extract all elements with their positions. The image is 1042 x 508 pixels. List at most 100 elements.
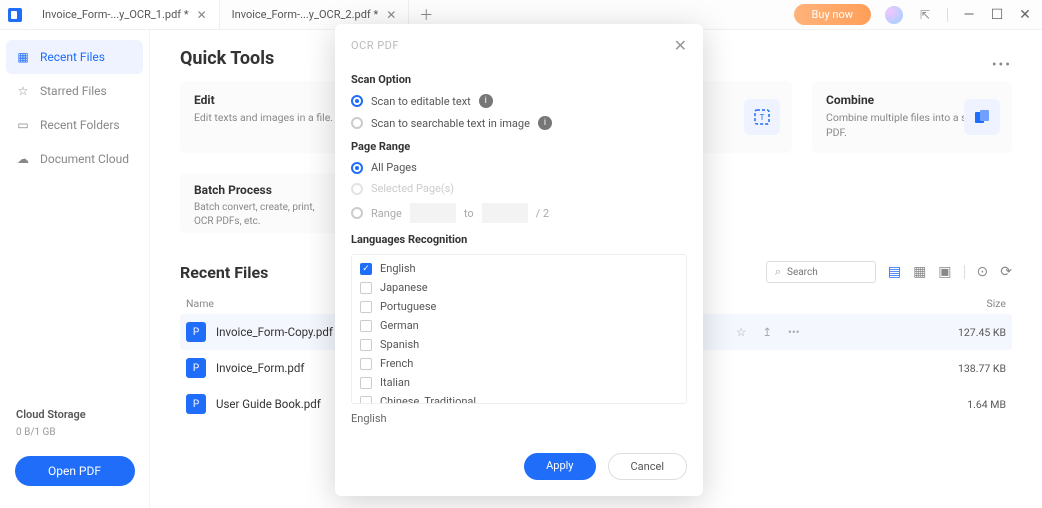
lang-option-chinese-traditional[interactable]: Chinese_Traditional — [356, 392, 682, 404]
ocr-pdf-dialog: OCR PDF ✕ Scan Option Scan to editable t… — [335, 24, 703, 496]
lang-option-italian[interactable]: Italian — [356, 373, 682, 392]
lang-label: Spanish — [380, 338, 419, 351]
view-list-icon[interactable]: ▤ — [888, 264, 901, 280]
view-calendar-icon[interactable]: ▣ — [938, 264, 951, 280]
lang-label: Chinese_Traditional — [380, 395, 476, 404]
radio-icon — [351, 95, 363, 107]
app-logo-icon — [0, 0, 30, 30]
ocr-icon: T — [744, 99, 780, 135]
sidebar-item-label: Document Cloud — [40, 152, 129, 166]
window-maximize-button[interactable]: ☐ — [990, 7, 1004, 23]
sidebar-item-label: Recent Folders — [40, 118, 120, 132]
dialog-close-button[interactable]: ✕ — [674, 36, 687, 55]
pdf-file-icon: P — [186, 394, 206, 414]
radio-range[interactable]: Range to / 2 — [351, 203, 687, 223]
radio-all-pages[interactable]: All Pages — [351, 161, 687, 174]
pin-icon[interactable]: ⊙ — [977, 264, 989, 280]
info-icon[interactable]: i — [479, 94, 493, 108]
star-file-icon[interactable]: ☆ — [736, 325, 746, 339]
radio-label: All Pages — [371, 161, 417, 174]
lang-option-german[interactable]: German — [356, 316, 682, 335]
tab-close-icon[interactable]: ✕ — [197, 8, 207, 22]
card-subtitle: Batch convert, create, print, OCR PDFs, … — [194, 201, 334, 229]
recent-files-icon: ▦ — [16, 50, 30, 64]
cloud-icon: ☁ — [16, 152, 30, 166]
lang-option-portuguese[interactable]: Portuguese — [356, 297, 682, 316]
radio-scan-searchable[interactable]: Scan to searchable text in image i — [351, 116, 687, 130]
window-close-button[interactable]: ✕ — [1018, 7, 1032, 23]
divider — [947, 8, 948, 22]
view-grid-icon[interactable]: ▦ — [913, 264, 926, 280]
radio-label: Selected Page(s) — [371, 182, 454, 195]
range-from-input[interactable] — [410, 203, 456, 223]
column-header-size[interactable]: Size — [936, 297, 1006, 310]
search-icon: ⌕ — [775, 265, 781, 279]
lang-option-english[interactable]: ✓English — [356, 259, 682, 278]
svg-text:T: T — [760, 113, 765, 122]
radio-icon — [351, 183, 363, 195]
tab-label: Invoice_Form-...y_OCR_1.pdf * — [42, 8, 189, 21]
range-to-input[interactable] — [482, 203, 528, 223]
lang-option-japanese[interactable]: Japanese — [356, 278, 682, 297]
dialog-title: OCR PDF — [351, 39, 399, 52]
recent-files-heading: Recent Files — [180, 263, 268, 282]
quick-tool-combine[interactable]: Combine Combine multiple files into a si… — [812, 81, 1012, 153]
sidebar-item-document-cloud[interactable]: ☁ Document Cloud — [6, 142, 143, 176]
lang-label: Italian — [380, 376, 410, 389]
file-size: 127.45 KB — [936, 326, 1006, 339]
file-size: 138.77 KB — [936, 362, 1006, 375]
languages-listbox[interactable]: ✓English Japanese Portuguese German Span… — [351, 254, 687, 404]
checkbox-icon — [360, 396, 372, 405]
radio-icon — [351, 117, 363, 129]
lang-option-spanish[interactable]: Spanish — [356, 335, 682, 354]
apply-button[interactable]: Apply — [524, 453, 595, 480]
checkbox-icon — [360, 282, 372, 294]
cancel-button[interactable]: Cancel — [608, 453, 687, 480]
window-minimize-button[interactable]: — — [962, 7, 976, 23]
quick-tools-more-button[interactable]: ••• — [992, 57, 1012, 73]
sidebar-item-label: Starred Files — [40, 84, 107, 98]
search-box[interactable]: ⌕ — [766, 261, 876, 283]
search-input[interactable] — [787, 267, 857, 278]
range-total: / 2 — [536, 207, 549, 220]
sidebar-item-recent-folders[interactable]: ▭ Recent Folders — [6, 108, 143, 142]
upload-file-icon[interactable]: ↥ — [762, 325, 772, 339]
range-to-label: to — [464, 207, 474, 220]
radio-icon — [351, 207, 363, 219]
tab-close-icon[interactable]: ✕ — [386, 8, 396, 22]
checkbox-icon — [360, 358, 372, 370]
document-tab-1[interactable]: Invoice_Form-...y_OCR_1.pdf * ✕ — [30, 0, 220, 29]
checkbox-icon — [360, 320, 372, 332]
star-icon: ☆ — [16, 84, 30, 98]
sidebar-item-recent-files[interactable]: ▦ Recent Files — [6, 40, 143, 74]
cloud-storage-title: Cloud Storage — [16, 408, 133, 421]
radio-scan-editable[interactable]: Scan to editable text i — [351, 94, 687, 108]
radio-label: Scan to searchable text in image — [371, 117, 530, 130]
file-size: 1.64 MB — [936, 398, 1006, 411]
card-title: Edit — [194, 93, 334, 107]
lang-label: English — [380, 262, 416, 275]
radio-selected-pages: Selected Page(s) — [351, 182, 687, 195]
open-pdf-button[interactable]: Open PDF — [15, 456, 135, 486]
quick-tool-batch[interactable]: Batch Process Batch convert, create, pri… — [180, 173, 348, 233]
lang-option-french[interactable]: French — [356, 354, 682, 373]
lang-label: Japanese — [380, 281, 428, 294]
refresh-icon[interactable]: ⟳ — [1000, 264, 1012, 280]
info-icon[interactable]: i — [538, 116, 552, 130]
languages-heading: Languages Recognition — [351, 233, 687, 246]
share-icon[interactable]: ⇱ — [917, 8, 933, 22]
combine-icon — [964, 99, 1000, 135]
checkbox-icon — [360, 301, 372, 313]
user-avatar-button[interactable] — [885, 6, 903, 24]
tab-label: Invoice_Form-...y_OCR_2.pdf * — [232, 8, 379, 21]
buy-now-button[interactable]: Buy now — [794, 4, 871, 25]
lang-label: Portuguese — [380, 300, 436, 313]
file-more-icon[interactable]: ••• — [788, 325, 800, 339]
pdf-file-icon: P — [186, 358, 206, 378]
scan-option-heading: Scan Option — [351, 73, 687, 86]
quick-tools-heading: Quick Tools — [180, 48, 274, 69]
sidebar-item-starred-files[interactable]: ☆ Starred Files — [6, 74, 143, 108]
quick-tool-edit[interactable]: Edit Edit texts and images in a file. — [180, 81, 348, 153]
sidebar-item-label: Recent Files — [40, 50, 105, 64]
page-range-heading: Page Range — [351, 140, 687, 153]
